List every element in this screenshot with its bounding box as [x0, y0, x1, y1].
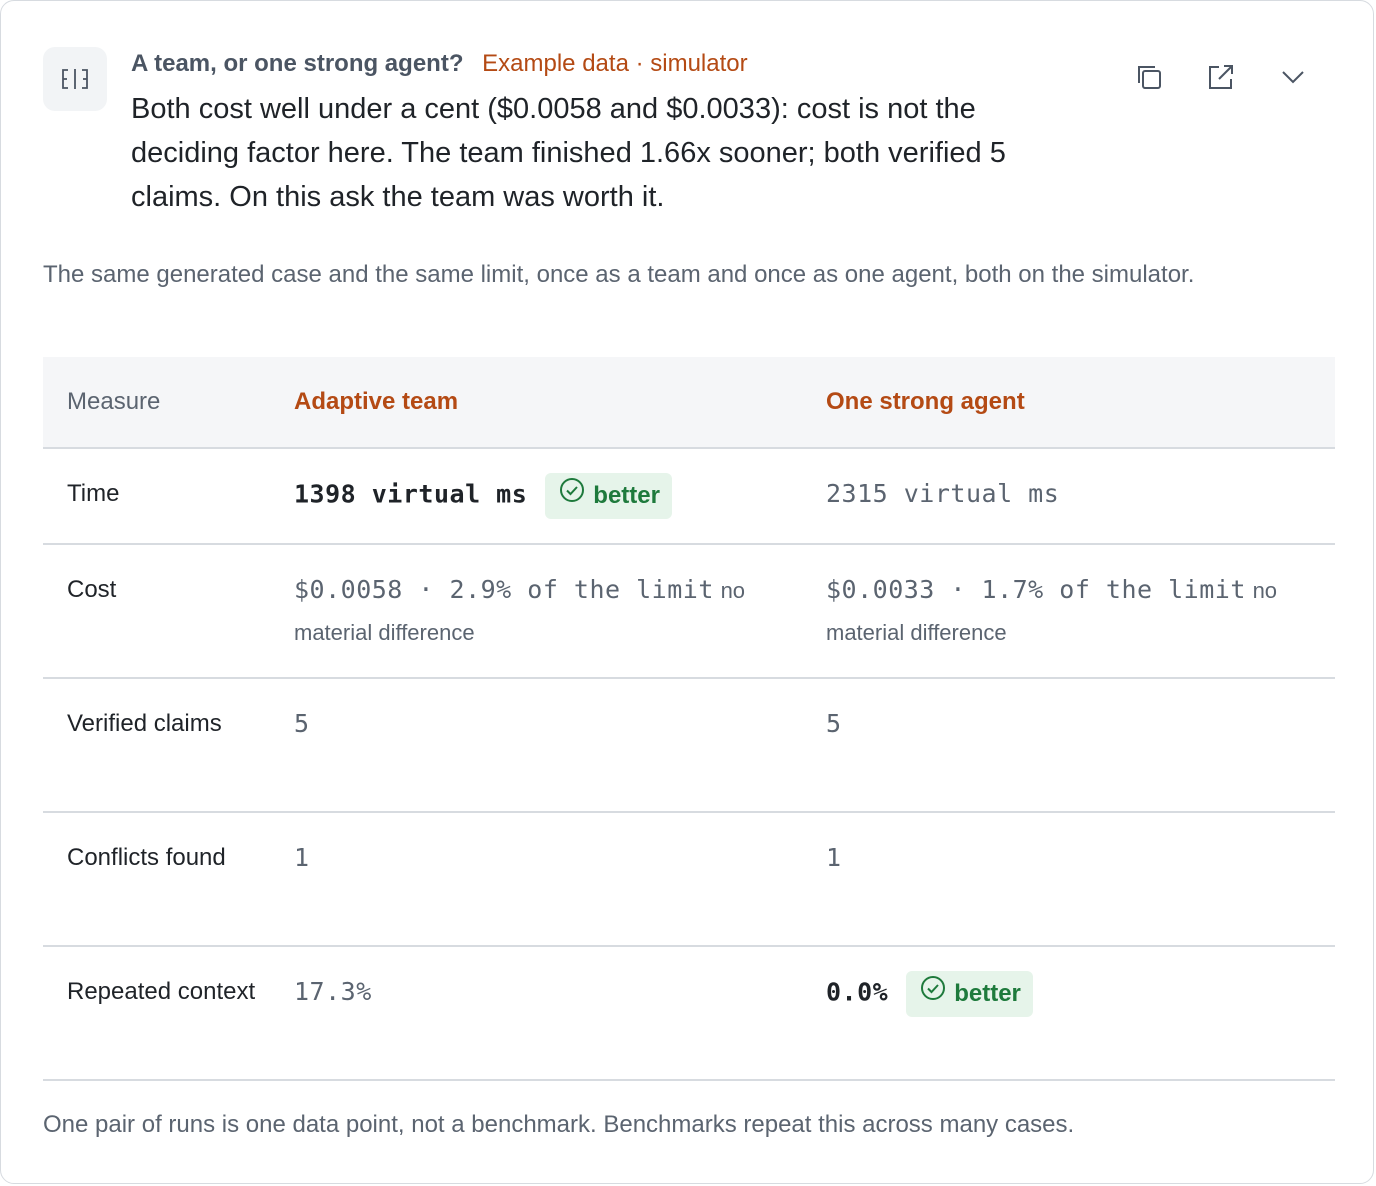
copy-icon: [1134, 62, 1164, 97]
team-cell: 5: [270, 678, 802, 813]
team-value: 17.3%: [294, 977, 372, 1006]
table-row-time: Time 1398 virtual ms better 2315 virtual …: [43, 448, 1335, 545]
check-circle-icon: [920, 973, 946, 1015]
footnote: One pair of runs is one data point, not …: [43, 1111, 1075, 1138]
team-value: 5: [294, 709, 310, 738]
team-cell: $0.0058 · 2.9% of the limit no material …: [270, 544, 802, 679]
team-value: 1: [294, 843, 310, 872]
agent-value: 5: [826, 709, 842, 738]
collapse-button[interactable]: [1271, 61, 1315, 97]
check-circle-icon: [559, 475, 585, 517]
badge-label: better: [593, 482, 660, 509]
external-link-icon: [1206, 62, 1236, 97]
agent-cell: 0.0% better: [802, 946, 1335, 1081]
open-external-button[interactable]: [1199, 61, 1243, 97]
agent-cell: 1: [802, 812, 1335, 947]
agent-cell: $0.0033 · 1.7% of the limit no material …: [802, 544, 1335, 679]
summary-text: Both cost well under a cent ($0.0058 and…: [131, 93, 1006, 213]
better-badge: better: [906, 971, 1033, 1017]
header: A team, or one strong agent? Example dat…: [131, 45, 1091, 219]
row-label: Conflicts found: [43, 812, 270, 947]
team-cell: 1398 virtual ms better: [270, 448, 802, 545]
table-row-cost: Cost $0.0058 · 2.9% of the limit no mate…: [43, 544, 1335, 679]
team-value: $0.0058 · 2.9% of the limit: [294, 575, 714, 604]
table-row-repeated-context: Repeated context 17.3% 0.0% better: [43, 946, 1335, 1081]
better-badge: better: [545, 473, 672, 519]
column-header-team: Adaptive team: [270, 357, 802, 449]
table-row-conflicts-found: Conflicts found 1 1: [43, 812, 1335, 947]
team-cell: 17.3%: [270, 946, 802, 1081]
card-actions: [1127, 61, 1315, 97]
agent-value: 2315 virtual ms: [826, 479, 1060, 508]
comparison-card: A team, or one strong agent? Example dat…: [0, 0, 1374, 1184]
row-label: Cost: [43, 544, 270, 679]
card-title: A team, or one strong agent?: [131, 50, 464, 77]
chevron-down-icon: [1279, 63, 1307, 96]
agent-value: 1: [826, 843, 842, 872]
row-label: Time: [43, 448, 270, 545]
column-header-measure: Measure: [43, 357, 270, 449]
table-header-row: Measure Adaptive team One strong agent: [43, 357, 1335, 449]
agent-value: $0.0033 · 1.7% of the limit: [826, 575, 1246, 604]
copy-button[interactable]: [1127, 61, 1171, 97]
agent-cell: 5: [802, 678, 1335, 813]
data-source-tag: Example data · simulator: [482, 50, 748, 77]
agent-value: 0.0%: [826, 977, 889, 1007]
row-label: Verified claims: [43, 678, 270, 813]
intro-text: The same generated case and the same lim…: [43, 261, 1195, 288]
table-row-verified-claims: Verified claims 5 5: [43, 678, 1335, 813]
team-cell: 1: [270, 812, 802, 947]
agent-cell: 2315 virtual ms: [802, 448, 1335, 545]
team-value: 1398 virtual ms: [294, 479, 528, 509]
split-view-icon: [43, 47, 107, 111]
row-label: Repeated context: [43, 946, 270, 1081]
badge-label: better: [954, 980, 1021, 1007]
column-header-agent: One strong agent: [802, 357, 1335, 449]
comparison-table: Measure Adaptive team One strong agent T…: [43, 357, 1335, 1081]
